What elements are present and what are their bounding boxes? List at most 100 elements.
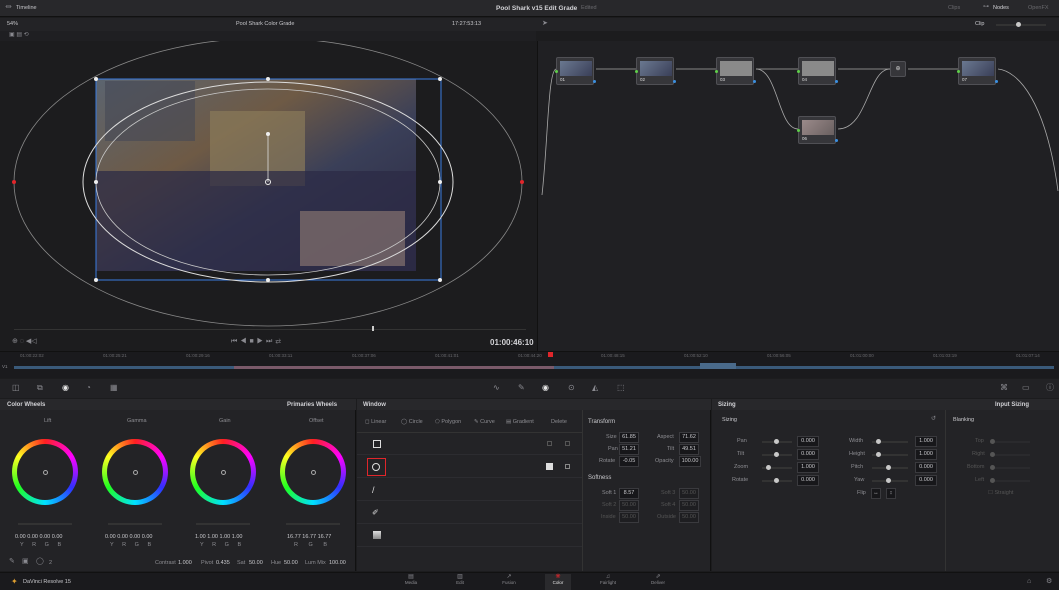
viewer-options-icon[interactable]: ⊕ ◌ ◀◁ (12, 338, 37, 345)
color-wheels-icon[interactable]: ◉ (62, 384, 69, 392)
tool-curve[interactable]: ✎ Curve (474, 419, 495, 425)
blanking-straight-checkbox[interactable]: ☐ Straight (988, 490, 1013, 496)
clip-mode-select[interactable]: Clip (975, 21, 984, 27)
lummix-value[interactable]: 100.00 (329, 560, 346, 566)
motion-effects-icon[interactable]: ▦ (110, 384, 118, 392)
sizing-zoom-field[interactable]: 1.000 (797, 462, 819, 473)
handle-left[interactable] (12, 180, 16, 184)
transport-controls[interactable]: ⏮◀■▶⏭⇄ (231, 338, 284, 345)
rgb-mixer-icon[interactable]: ◔ (86, 384, 91, 392)
timeline-toggle[interactable]: Timeline (16, 5, 37, 11)
opacity-field[interactable]: 100.00 (679, 456, 701, 467)
hue-value[interactable]: 50.00 (284, 560, 298, 566)
rotate-field[interactable]: -0.05 (619, 456, 639, 467)
inside-field[interactable]: 50.00 (619, 512, 639, 523)
shape-row-circle[interactable] (357, 456, 582, 478)
shape-row-curve[interactable]: ✐ (357, 502, 582, 524)
sizing-tilt-slider[interactable] (762, 452, 792, 457)
size-field[interactable]: 61.85 (619, 432, 639, 443)
tool-linear[interactable]: ◻ Linear (365, 419, 386, 425)
gamma-master-slider[interactable] (108, 523, 162, 525)
page-deliver[interactable]: ⇗ Deliver (645, 574, 671, 590)
sizing-pan-field[interactable]: 0.000 (797, 436, 819, 447)
camera-raw-icon[interactable]: ◫ (12, 384, 20, 392)
qualifier-icon[interactable]: ✎ (518, 384, 525, 392)
node-editor[interactable]: 01 02 03 04 06 ⊕ 07 (537, 41, 1059, 351)
sizing-pitch-slider[interactable] (872, 465, 908, 470)
scrubber-playhead[interactable] (372, 326, 374, 331)
sizing-pan-slider[interactable] (762, 439, 792, 444)
blanking-bottom-slider[interactable] (990, 465, 1030, 470)
tilt-field[interactable]: 49.51 (679, 444, 699, 455)
tool-polygon[interactable]: ⬠ Polygon (435, 419, 461, 425)
soft1-field[interactable]: 8.57 (619, 488, 639, 499)
node-02[interactable]: 02 (635, 57, 676, 85)
wheels-mode-select[interactable]: Primaries Wheels (287, 402, 337, 408)
lift-master-slider[interactable] (18, 523, 72, 525)
pivot-value[interactable]: 0.435 (216, 560, 230, 566)
sizing-yaw-field[interactable]: 0.000 (915, 475, 937, 486)
offset-wheel[interactable] (280, 439, 346, 505)
gain-master-slider[interactable] (196, 523, 250, 525)
tool-gradient[interactable]: ▤ Gradient (506, 419, 534, 425)
sizing-mode-select[interactable]: Input Sizing (995, 402, 1029, 408)
node-03[interactable]: 03 (715, 57, 756, 85)
settings-icon[interactable]: ⚙ (1046, 578, 1052, 585)
soft4-field[interactable]: 50.00 (679, 500, 699, 511)
scopes-icon[interactable]: ⌘ (1000, 384, 1008, 392)
node-07[interactable]: 07 (957, 57, 998, 85)
outside-field[interactable]: 50.00 (679, 512, 699, 523)
contrast-value[interactable]: 1.000 (178, 560, 192, 566)
soft2-field[interactable]: 50.00 (619, 500, 639, 511)
blur-icon[interactable]: ◭ (592, 384, 598, 392)
sizing-rotate-slider[interactable] (762, 478, 792, 483)
picker-icon[interactable]: ✎ (9, 558, 15, 565)
sizing-height-field[interactable]: 1.000 (915, 449, 937, 460)
gain-wheel[interactable] (190, 439, 256, 505)
home-icon[interactable]: ⌂ (1027, 578, 1031, 585)
pan-field[interactable]: 51.21 (619, 444, 639, 455)
sizing-yaw-slider[interactable] (872, 478, 908, 483)
sizing-tilt-field[interactable]: 0.000 (797, 449, 819, 460)
mini-timeline[interactable]: 01:00:22:02 01:00:25:21 01:00:29:16 01:00:3… (0, 351, 1059, 378)
page-one-button[interactable]: ▣ (22, 558, 29, 565)
node-01[interactable]: 01 (555, 57, 596, 85)
clip-name-select[interactable]: Pool Shark Color Grade (236, 21, 294, 27)
timeline-playhead[interactable] (548, 352, 553, 357)
sat-value[interactable]: 50.00 (249, 560, 263, 566)
sizing-width-field[interactable]: 1.000 (915, 436, 937, 447)
curves-icon[interactable]: ∿ (493, 384, 500, 392)
shape-row-gradient[interactable] (357, 525, 582, 547)
gamma-wheel[interactable] (102, 439, 168, 505)
page-indicator-icon[interactable]: ◯ (36, 558, 44, 565)
layout-icon[interactable]: ▣ ▤ ⟲ (9, 32, 29, 38)
node-06[interactable]: 06 (797, 116, 838, 144)
nodes-button[interactable]: Nodes (993, 5, 1009, 11)
node-zoom-slider[interactable] (996, 22, 1046, 27)
offset-master-slider[interactable] (286, 523, 340, 525)
blanking-top-slider[interactable] (990, 439, 1030, 444)
keyframes-icon[interactable]: ⓘ (1046, 384, 1054, 392)
pointer-icon[interactable]: ➤ (542, 20, 548, 27)
color-match-icon[interactable]: ⧉ (37, 384, 43, 392)
lift-wheel[interactable] (12, 439, 78, 505)
sizing-pitch-field[interactable]: 0.000 (915, 462, 937, 473)
sizing-reset-icon[interactable]: ↺ (931, 416, 936, 422)
page-fairlight[interactable]: ♫ Fairlight (594, 574, 622, 590)
handle-right[interactable] (520, 180, 524, 184)
blanking-left-slider[interactable] (990, 478, 1030, 483)
window-icon[interactable]: ◉ (542, 384, 549, 392)
tool-circle[interactable]: ◯ Circle (401, 419, 423, 425)
sizing-rotate-field[interactable]: 0.000 (797, 475, 819, 486)
zoom-select[interactable]: 54% (7, 21, 18, 27)
scrubber[interactable] (14, 329, 526, 330)
sizing-width-slider[interactable] (872, 439, 908, 444)
flip-vertical-button[interactable]: ↕ (886, 488, 896, 499)
shape-row-square[interactable] (357, 433, 582, 455)
page-fusion[interactable]: ↗ Fusion (496, 574, 522, 590)
node-04[interactable]: 04 (797, 57, 838, 85)
delete-button[interactable]: Delete (551, 419, 567, 425)
blanking-right-slider[interactable] (990, 452, 1030, 457)
flip-horizontal-button[interactable]: ↔ (871, 488, 881, 499)
shape-row-polygon[interactable]: / (357, 479, 582, 501)
